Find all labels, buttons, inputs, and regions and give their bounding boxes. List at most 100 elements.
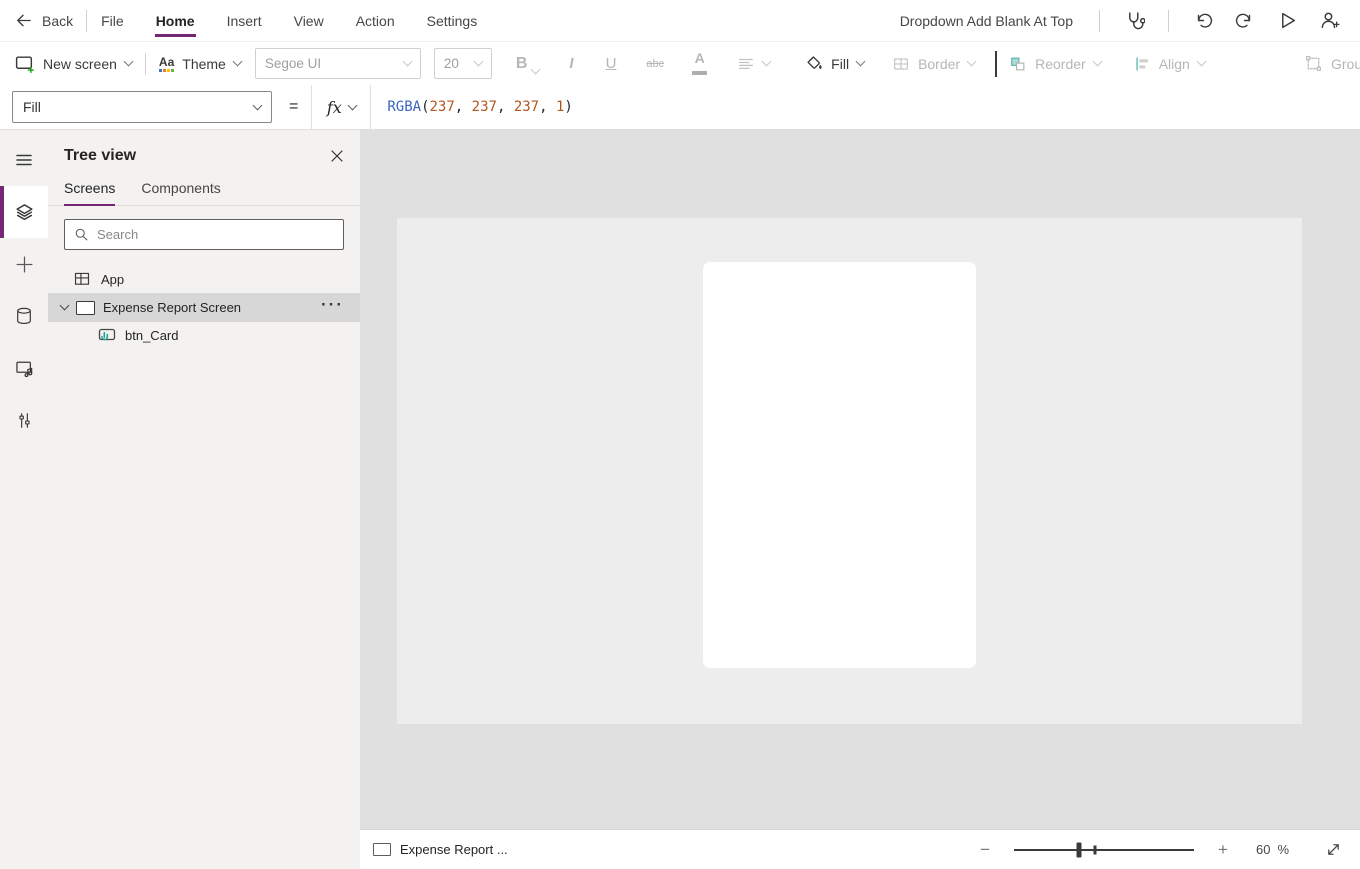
divider [86, 10, 87, 32]
theme-button[interactable]: Aa Theme [159, 56, 241, 72]
zoom-in-button[interactable]: + [1218, 841, 1228, 858]
group-button[interactable]: Group [1304, 42, 1360, 85]
app-checker-button[interactable] [1117, 4, 1151, 38]
divider [995, 51, 997, 77]
zoom-out-button[interactable]: − [980, 841, 990, 858]
align-objects-icon [1133, 55, 1151, 73]
current-screen-indicator[interactable]: Expense Report ... [373, 842, 508, 857]
menu-insert[interactable]: Insert [226, 0, 263, 42]
zoom-slider-tick [1094, 845, 1097, 854]
menu-file[interactable]: File [100, 0, 125, 42]
zoom-slider[interactable] [1014, 849, 1194, 851]
italic-button[interactable]: I [569, 55, 573, 72]
bold-button[interactable]: B [516, 55, 540, 73]
button-control-icon [97, 327, 117, 345]
rail-advanced-tools-button[interactable] [0, 394, 48, 446]
tree-item-label: App [101, 272, 124, 287]
tab-components[interactable]: Components [141, 180, 220, 205]
menu-home[interactable]: Home [155, 0, 196, 42]
theme-label: Theme [182, 56, 226, 72]
chevron-down-icon [253, 100, 263, 110]
sliders-tools-icon [15, 411, 34, 430]
back-button[interactable]: Back [14, 11, 73, 30]
chevron-down-icon [762, 57, 772, 67]
current-screen-label: Expense Report ... [400, 842, 508, 857]
font-family-value: Segoe UI [265, 56, 321, 71]
chevron-down-icon [402, 57, 412, 67]
rail-tree-view-button[interactable] [0, 186, 48, 238]
divider [1099, 10, 1100, 32]
status-bar: Expense Report ... − + 60 % [360, 829, 1360, 869]
close-icon[interactable] [330, 149, 344, 163]
screen-canvas[interactable] [397, 218, 1302, 724]
share-button[interactable] [1312, 4, 1346, 38]
collapse-menu-button[interactable] [0, 134, 48, 186]
reorder-button[interactable]: Reorder [1009, 55, 1101, 73]
chevron-down-icon [1196, 57, 1206, 67]
tree-list: App Expense Report Screen ··· btn_Card [48, 265, 360, 349]
font-family-select[interactable]: Segoe UI [255, 48, 421, 79]
fill-button[interactable]: Fill [804, 54, 864, 73]
menu-view[interactable]: View [293, 0, 325, 42]
tree-item-label: Expense Report Screen [103, 300, 241, 315]
rail-media-button[interactable] [0, 342, 48, 394]
tree-item-screen-selected[interactable]: Expense Report Screen ··· [48, 293, 360, 322]
border-button[interactable]: Border [892, 55, 975, 73]
screen-icon [76, 301, 95, 315]
menubar-right: Dropdown Add Blank At Top [900, 4, 1350, 38]
font-color-swatch [692, 71, 707, 75]
canvas-workspace: Expense Report ... − + 60 % [360, 130, 1360, 869]
app-icon [73, 270, 91, 288]
redo-button[interactable] [1228, 4, 1262, 38]
powerapps-studio: Back File Home Insert View Action Settin… [0, 0, 1360, 869]
formula-input[interactable]: RGBA(237, 237, 237, 1) [387, 99, 573, 115]
equals-sign: = [289, 98, 298, 116]
tree-view-layers-icon [14, 202, 35, 223]
tree-panel-header: Tree view [48, 130, 360, 165]
font-color-button[interactable]: A [692, 52, 707, 75]
property-select[interactable]: Fill [12, 91, 272, 123]
reorder-icon [1009, 55, 1027, 73]
play-preview-button[interactable] [1270, 4, 1304, 38]
tree-tabs: Screens Components [48, 180, 360, 206]
plus-icon [14, 254, 35, 275]
chevron-down-icon[interactable] [60, 300, 70, 310]
hamburger-icon [14, 150, 34, 170]
tree-item-label: btn_Card [125, 328, 178, 343]
text-align-button[interactable] [737, 55, 770, 73]
rail-data-button[interactable] [0, 290, 48, 342]
menu-action[interactable]: Action [355, 0, 396, 42]
tab-screens[interactable]: Screens [64, 180, 115, 205]
ribbon-toolbar: New screen Aa Theme Segoe UI 20 B [0, 42, 1360, 85]
expand-diagonal-icon [1325, 841, 1342, 858]
font-size-select[interactable]: 20 [434, 48, 492, 79]
border-label: Border [918, 56, 960, 72]
undo-button[interactable] [1186, 4, 1220, 38]
search-input[interactable] [97, 227, 334, 242]
fx-dropdown[interactable]: fx [311, 85, 371, 130]
align-button[interactable]: Align [1133, 55, 1205, 73]
reorder-label: Reorder [1035, 56, 1086, 72]
underline-button[interactable]: U [606, 55, 617, 72]
canvas-card[interactable] [703, 262, 976, 668]
formula-comma: , [539, 99, 556, 115]
tree-view-panel: Tree view Screens Components [48, 130, 360, 869]
menu-settings[interactable]: Settings [426, 0, 479, 42]
panel-title: Tree view [64, 147, 136, 165]
tree-item-app[interactable]: App [48, 265, 360, 293]
rail-insert-button[interactable] [0, 238, 48, 290]
environment-label: Dropdown Add Blank At Top [900, 13, 1073, 29]
back-arrow-icon [14, 11, 33, 30]
tree-item-button-card[interactable]: btn_Card [48, 322, 360, 349]
formula-number: 237 [430, 99, 455, 115]
tree-search-box[interactable] [64, 219, 344, 250]
fit-to-window-button[interactable] [1325, 841, 1342, 858]
new-screen-button[interactable]: New screen [14, 53, 132, 74]
zoom-slider-thumb[interactable] [1076, 842, 1081, 857]
menubar: Back File Home Insert View Action Settin… [0, 0, 1360, 42]
main-area: Tree view Screens Components [0, 130, 1360, 869]
strikethrough-button[interactable]: abc [646, 58, 664, 70]
more-options-button[interactable]: ··· [321, 295, 344, 315]
align-label: Align [1159, 56, 1190, 72]
formula-bar: Fill = fx RGBA(237, 237, 237, 1) [0, 85, 1360, 130]
